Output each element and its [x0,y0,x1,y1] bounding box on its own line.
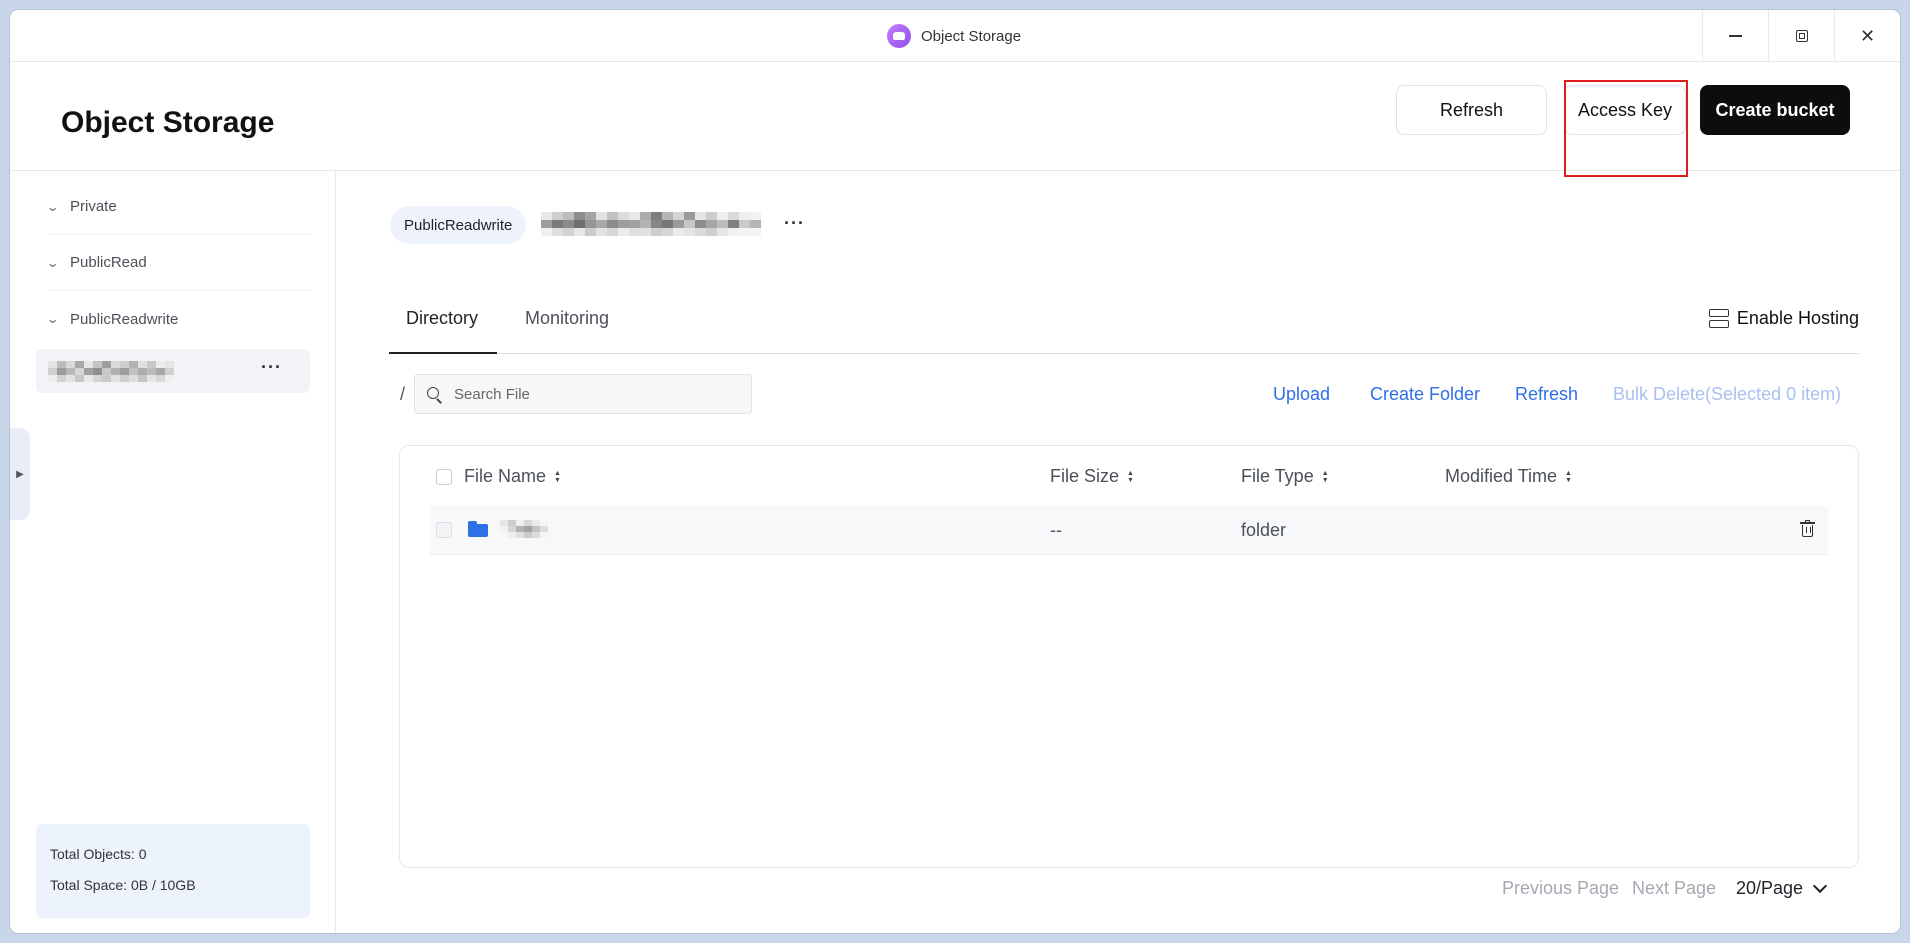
storage-stats: Total Objects: 0 Total Space: 0B / 10GB [36,824,310,918]
table-row[interactable]: -- folder [430,506,1828,555]
file-size-cell: -- [1050,520,1062,540]
sidebar-item-bucket[interactable]: ··· [36,349,310,393]
redacted-bucket-title [541,212,761,236]
minimize-icon [1729,35,1742,37]
window-title-group: Object Storage [887,24,1021,48]
sidebar-group-private[interactable]: ⌄ Private [46,179,310,235]
bucket-type-badge: PublicReadwrite [390,206,527,244]
sidebar-group-label: PublicReadwrite [70,310,179,328]
caret-right-icon: ▶ [16,468,24,480]
search-icon [427,386,442,402]
total-space: Total Space: 0B / 10GB [50,877,196,893]
file-table: File Name ▲ ▼ File Size ▲ ▼ File Type ▲ ▼ M… [399,445,1859,868]
active-tab-indicator [389,352,497,354]
redacted-bucket-name [48,361,174,382]
file-type-cell: folder [1241,520,1287,540]
sidebar-group-publicreadwrite[interactable]: ⌄ PublicReadwrite [46,291,310,347]
sort-icon: ▲ ▼ [554,469,561,484]
chevron-down-icon: ⌄ [46,312,60,326]
column-modified-time[interactable]: Modified Time ▲ ▼ [1445,466,1572,487]
bucket-more-icon[interactable]: ··· [261,357,282,378]
create-bucket-button[interactable]: Create bucket [1700,85,1850,135]
chevron-down-icon: ⌄ [46,255,60,270]
sidebar-group-label: PublicRead [70,254,147,271]
close-icon: ✕ [1859,25,1876,46]
column-file-type[interactable]: File Type ▲ ▼ [1241,466,1329,487]
search-box[interactable] [414,374,752,414]
folder-icon [468,521,488,537]
server-icon [1708,308,1729,329]
window-controls: ✕ [1702,10,1900,62]
create-folder-button[interactable]: Create Folder [1370,384,1480,405]
path-root[interactable]: / [400,384,405,405]
chevron-down-icon: ⌄ [46,199,60,214]
select-all-checkbox[interactable] [436,469,452,485]
tab-bar: Directory Monitoring Enable Hosting [389,290,1859,354]
sort-icon: ▲ ▼ [1565,469,1572,484]
enable-hosting-label: Enable Hosting [1736,308,1859,328]
column-file-name[interactable]: File Name ▲ ▼ [464,466,561,487]
maximize-button[interactable] [1768,10,1834,62]
total-objects: Total Objects: 0 [50,846,147,862]
maximize-icon [1795,30,1808,42]
sidebar: ⌄ Private ⌄ PublicRead ⌄ PublicReadwrite… [10,171,336,933]
sidebar-toggle-button[interactable]: ▶ [10,428,30,520]
minimize-button[interactable] [1702,10,1768,62]
sidebar-group-publicread[interactable]: ⌄ PublicRead [46,235,310,291]
bucket-options-icon[interactable]: ··· [784,213,805,234]
tab-directory[interactable]: Directory [406,308,478,329]
upload-button[interactable]: Upload [1273,384,1330,405]
sort-icon: ▲ ▼ [1321,469,1329,484]
page-title: Object Storage [61,106,275,139]
redacted-folder-name[interactable] [500,520,548,538]
enable-hosting-button[interactable]: Enable Hosting [1708,308,1859,329]
sidebar-group-label: Private [70,198,117,215]
app-window: Object Storage ✕ Object Storage Refresh … [10,10,1900,933]
window-title: Object Storage [921,27,1022,45]
row-checkbox[interactable] [436,522,452,538]
trash-icon[interactable] [1800,520,1815,537]
column-file-size[interactable]: File Size ▲ ▼ [1050,466,1134,487]
page-header: Object Storage Refresh Access Key Create… [10,62,1900,177]
next-page-button[interactable]: Next Page [1632,878,1716,899]
sort-icon: ▲ ▼ [1127,469,1134,484]
chevron-down-icon [1812,878,1828,893]
refresh-files-button[interactable]: Refresh [1515,384,1578,405]
page-size-select[interactable]: 20/Page [1736,878,1828,899]
bulk-delete-button[interactable]: Bulk Delete(Selected 0 item) [1613,384,1841,405]
previous-page-button[interactable]: Previous Page [1502,878,1619,899]
refresh-button[interactable]: Refresh [1396,85,1547,135]
title-bar: Object Storage ✕ [10,10,1900,62]
close-button[interactable]: ✕ [1834,10,1900,62]
app-logo-icon [887,24,911,48]
page-size-value: 20/Page [1736,878,1804,898]
tab-monitoring[interactable]: Monitoring [525,308,609,329]
highlight-box [1564,80,1688,177]
search-input[interactable] [454,385,734,403]
